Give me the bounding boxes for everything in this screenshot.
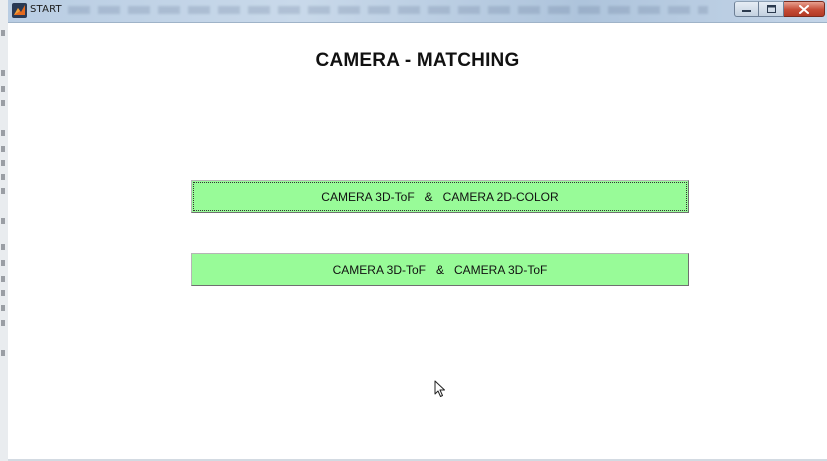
title-bar[interactable]: START xyxy=(8,0,827,23)
close-button[interactable] xyxy=(784,1,825,17)
window-title: START xyxy=(30,4,62,15)
minimize-button[interactable] xyxy=(734,1,759,17)
start-window: START CAMERA - MATCHING CAMERA 3D-ToF & … xyxy=(8,0,827,461)
maximize-icon xyxy=(766,5,776,13)
maximize-button[interactable] xyxy=(759,1,784,17)
tof-tof-matching-button[interactable]: CAMERA 3D-ToF & CAMERA 3D-ToF xyxy=(191,253,689,286)
screen: START CAMERA - MATCHING CAMERA 3D-ToF & … xyxy=(0,0,827,461)
close-icon xyxy=(799,4,809,14)
matlab-icon xyxy=(12,3,27,18)
tof-color-matching-button[interactable]: CAMERA 3D-ToF & CAMERA 2D-COLOR xyxy=(191,180,689,213)
page-title: CAMERA - MATCHING xyxy=(315,50,520,71)
window-controls xyxy=(734,1,825,19)
mouse-cursor-icon xyxy=(434,380,445,397)
minimize-icon xyxy=(742,9,751,12)
titlebar-background-blur xyxy=(68,6,708,14)
